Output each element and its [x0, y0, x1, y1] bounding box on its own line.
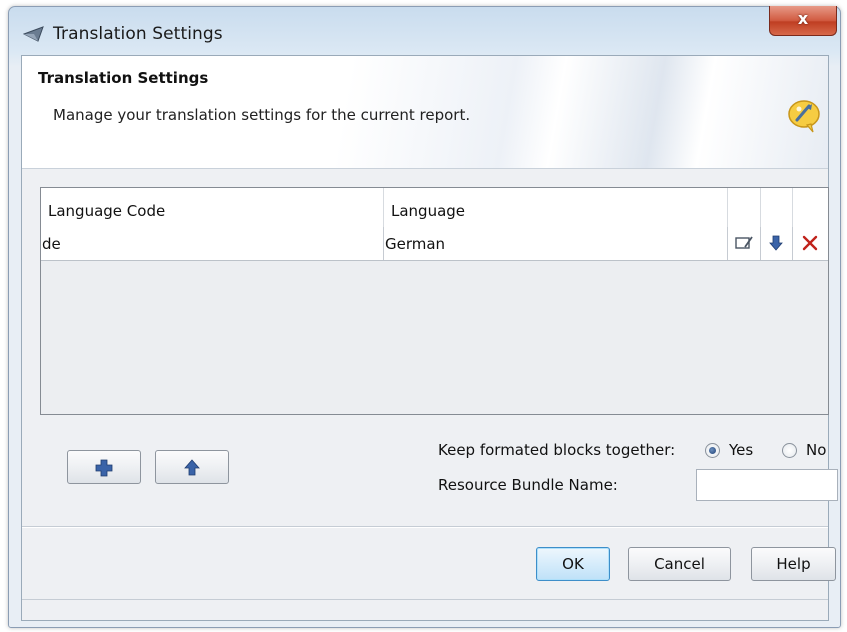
add-button[interactable]: [67, 450, 141, 484]
edit-icon: [735, 236, 753, 249]
title-bar[interactable]: Translation Settings x: [9, 6, 840, 55]
cancel-button[interactable]: Cancel: [628, 547, 731, 581]
column-header-delete: [793, 188, 828, 227]
language-table: Language Code Language de German: [40, 187, 829, 415]
banner-description: Manage your translation settings for the…: [53, 106, 471, 124]
dialog-content: Translation Settings Manage your transla…: [21, 55, 838, 621]
keep-blocks-no-label[interactable]: No: [806, 441, 826, 459]
cell-language[interactable]: German: [384, 227, 728, 260]
translation-settings-window: Translation Settings x Translation Setti…: [8, 6, 841, 628]
table-row[interactable]: de German: [41, 227, 828, 261]
window-title: Translation Settings: [53, 24, 223, 44]
bottom-divider: [22, 599, 828, 600]
keep-blocks-yes-label[interactable]: Yes: [729, 441, 753, 459]
column-header-language[interactable]: Language: [384, 188, 728, 227]
translate-bubble-icon: [788, 100, 820, 133]
add-icon: [95, 459, 113, 477]
column-header-edit: [728, 188, 761, 227]
keep-blocks-label: Keep formated blocks together:: [438, 441, 676, 459]
ok-button[interactable]: OK: [536, 547, 610, 581]
close-button[interactable]: x: [769, 6, 837, 36]
header-banner: Translation Settings Manage your transla…: [22, 56, 828, 169]
keep-blocks-no-radio[interactable]: [782, 443, 797, 458]
keep-blocks-yes-radio[interactable]: [705, 443, 720, 458]
arrow-down-icon: [769, 235, 783, 251]
banner-title: Translation Settings: [38, 69, 209, 87]
resource-bundle-label: Resource Bundle Name:: [438, 476, 618, 494]
resource-bundle-input[interactable]: [696, 469, 838, 501]
column-header-move: [761, 188, 793, 227]
delete-button[interactable]: [793, 227, 828, 260]
cell-language-code[interactable]: de: [41, 227, 384, 260]
move-down-button[interactable]: [761, 227, 793, 260]
edit-button[interactable]: [728, 227, 761, 260]
close-icon: x: [797, 9, 809, 28]
column-header-language-code[interactable]: Language Code: [41, 188, 384, 227]
divider-highlight: [22, 527, 828, 528]
translation-settings-icon: [23, 26, 44, 42]
help-button[interactable]: Help: [751, 547, 836, 581]
delete-icon: [802, 235, 818, 251]
table-header: Language Code Language: [41, 188, 828, 228]
move-up-button[interactable]: [155, 450, 229, 484]
arrow-up-icon: [184, 459, 200, 476]
